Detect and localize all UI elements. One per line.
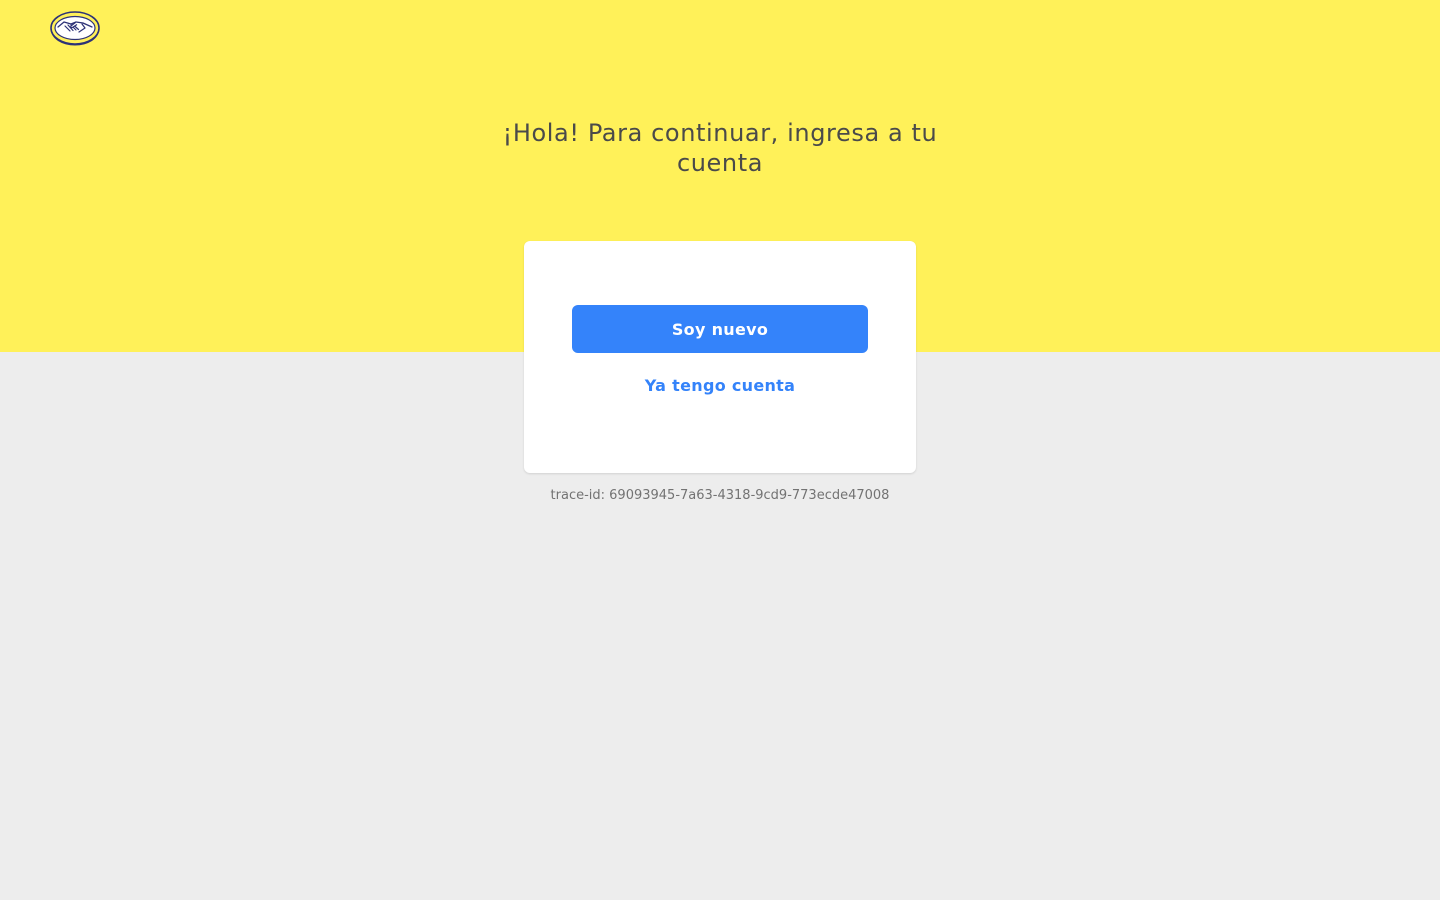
mercadolibre-logo-icon[interactable] [49, 9, 101, 47]
existing-account-link[interactable]: Ya tengo cuenta [572, 365, 868, 405]
new-user-button[interactable]: Soy nuevo [572, 305, 868, 353]
login-card: Soy nuevo Ya tengo cuenta [524, 241, 916, 473]
trace-id-text: trace-id: 69093945-7a63-4318-9cd9-773ecd… [550, 488, 890, 503]
page-title: ¡Hola! Para continuar, ingresa a tu cuen… [502, 119, 938, 177]
login-page: ¡Hola! Para continuar, ingresa a tu cuen… [0, 0, 1440, 900]
